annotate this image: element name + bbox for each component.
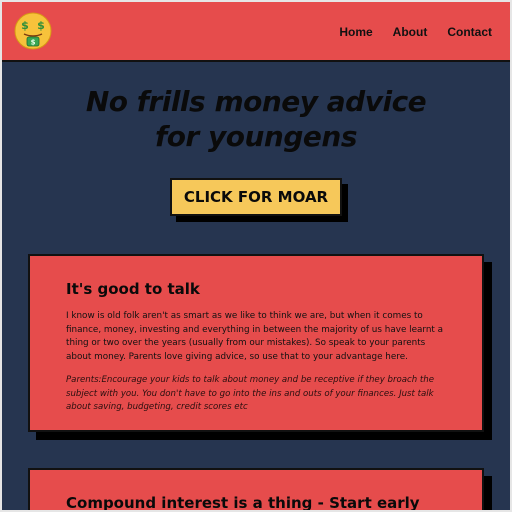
hero-title: No frills money advice for youngens: [0, 84, 512, 154]
svg-text:$: $: [37, 19, 45, 32]
info-card-compound-interest: Compound interest is a thing - Start ear…: [28, 468, 484, 512]
click-for-moar-button[interactable]: CLICK FOR MOAR: [170, 178, 342, 216]
nav-home-link[interactable]: Home: [339, 25, 372, 39]
svg-text:$: $: [31, 39, 36, 47]
hero-title-line-1: No frills money advice: [85, 85, 427, 118]
card-title: It's good to talk: [66, 280, 200, 298]
main-nav: Home About Contact: [339, 25, 492, 39]
nav-about-link[interactable]: About: [393, 25, 428, 39]
hero-title-line-2: for youngens: [155, 120, 357, 153]
card-title: Compound interest is a thing - Start ear…: [66, 494, 420, 512]
svg-text:$: $: [21, 19, 29, 32]
site-header: $ $ $ Home About Contact: [2, 2, 510, 62]
money-mouth-face-icon[interactable]: $ $ $: [14, 12, 52, 50]
nav-contact-link[interactable]: Contact: [447, 25, 492, 39]
card-parent-note: Parents:Encourage your kids to talk abou…: [66, 375, 435, 412]
info-card-good-to-talk: It's good to talk I know is old folk are…: [28, 254, 484, 432]
card-body-text: I know is old folk aren't as smart as we…: [66, 311, 444, 362]
